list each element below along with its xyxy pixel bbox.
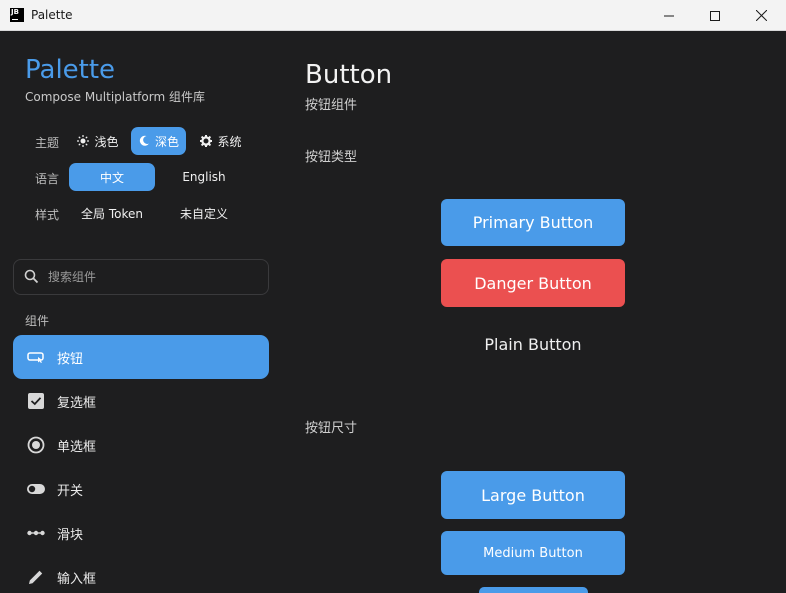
- sidebar-item-label: 开关: [57, 484, 84, 499]
- app-logo-icon: JB: [10, 8, 24, 22]
- style-label: 样式: [35, 208, 60, 222]
- minimize-button[interactable]: [646, 0, 692, 31]
- style-uncustomized-label: 未自定义: [179, 206, 228, 221]
- maximize-button[interactable]: [692, 0, 738, 31]
- language-english-label: English: [182, 170, 226, 184]
- button-sizes-title: 按钮尺寸: [305, 421, 358, 436]
- close-button[interactable]: [738, 0, 784, 31]
- main-content: Button 按钮组件 按钮类型 Primary Button Danger B…: [283, 31, 786, 593]
- plain-button[interactable]: Plain Button: [441, 320, 625, 368]
- theme-dark-option[interactable]: 深色: [131, 127, 186, 155]
- gear-icon: [200, 135, 213, 147]
- small-button[interactable]: [479, 587, 588, 593]
- sun-icon: [77, 135, 90, 147]
- window-title: Palette: [31, 8, 73, 22]
- slider-icon: [26, 523, 46, 543]
- sidebar-item-label: 单选框: [57, 440, 97, 455]
- sidebar: Palette Compose Multiplatform 组件库 主题 浅色 …: [0, 31, 283, 593]
- search-input[interactable]: [48, 266, 258, 288]
- search-box: [13, 259, 269, 295]
- theme-system-label: 系统: [217, 134, 242, 149]
- primary-button[interactable]: Primary Button: [441, 199, 625, 246]
- title-bar: JB Palette: [0, 0, 786, 31]
- medium-button[interactable]: Medium Button: [441, 531, 625, 575]
- app-subtitle: Compose Multiplatform 组件库: [25, 90, 205, 104]
- theme-light-label: 浅色: [94, 134, 119, 149]
- language-chinese-label: 中文: [99, 170, 124, 185]
- language-chinese-option[interactable]: 中文: [69, 163, 155, 191]
- maximize-icon: [710, 10, 720, 21]
- radio-icon: [26, 435, 46, 455]
- language-english-option[interactable]: English: [161, 163, 247, 191]
- sidebar-item-slider[interactable]: 滑块: [13, 511, 269, 555]
- sidebar-item-input[interactable]: 输入框: [13, 555, 269, 593]
- sidebar-item-label: 滑块: [57, 528, 84, 543]
- page-subtitle: 按钮组件: [305, 98, 358, 113]
- sidebar-item-button[interactable]: 按钮: [13, 335, 269, 379]
- style-global-token-label: 全局 Token: [81, 206, 143, 221]
- sidebar-item-checkbox[interactable]: 复选框: [13, 379, 269, 423]
- danger-button[interactable]: Danger Button: [441, 259, 625, 307]
- sidebar-item-label: 输入框: [57, 572, 97, 587]
- style-global-token-option[interactable]: 全局 Token: [69, 199, 155, 227]
- theme-label: 主题: [35, 136, 60, 150]
- pencil-icon: [26, 567, 46, 587]
- theme-dark-label: 深色: [154, 134, 179, 149]
- sidebar-item-radio[interactable]: 单选框: [13, 423, 269, 467]
- minimize-icon: [664, 15, 674, 16]
- theme-system-option[interactable]: 系统: [194, 127, 248, 155]
- page-title: Button: [305, 60, 393, 90]
- large-button[interactable]: Large Button: [441, 471, 625, 519]
- theme-light-option[interactable]: 浅色: [71, 127, 125, 155]
- sidebar-item-label: 按钮: [57, 352, 84, 367]
- checkbox-icon: [26, 391, 46, 411]
- sidebar-item-label: 复选框: [57, 396, 97, 411]
- app-title: Palette: [25, 55, 116, 85]
- components-section-label: 组件: [25, 314, 50, 328]
- toggle-icon: [26, 479, 46, 499]
- sidebar-item-toggle[interactable]: 开关: [13, 467, 269, 511]
- button-types-title: 按钮类型: [305, 150, 358, 165]
- style-uncustomized-option[interactable]: 未自定义: [161, 199, 247, 227]
- close-icon: [755, 10, 767, 21]
- search-icon: [24, 269, 39, 284]
- button-icon: [26, 347, 46, 367]
- language-label: 语言: [35, 172, 60, 186]
- moon-icon: [139, 135, 149, 146]
